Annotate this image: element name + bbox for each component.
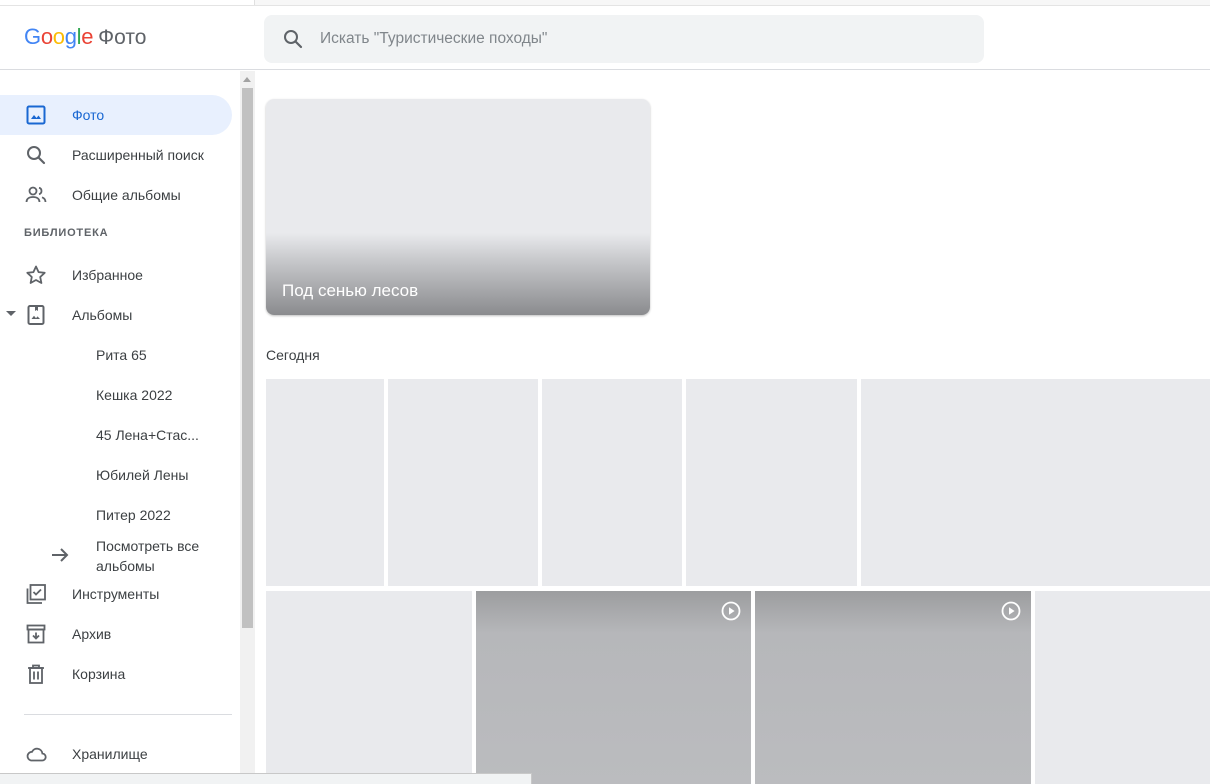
google-wordmark: Google	[24, 24, 93, 50]
sidebar-item-label: Хранилище	[72, 746, 148, 762]
sidebar-item-albums[interactable]: Альбомы	[0, 295, 232, 335]
sidebar-item-shared-albums[interactable]: Общие альбомы	[0, 175, 232, 215]
sidebar-nav: Фото Расширенный поиск Общие альбомы БИБ…	[0, 71, 240, 784]
library-section-label: БИБЛИОТЕКА	[24, 227, 109, 239]
archive-icon	[26, 624, 46, 644]
sidebar-item-label: Инструменты	[72, 586, 160, 602]
sidebar-item-label: Расширенный поиск	[72, 147, 204, 163]
cloud-icon	[26, 747, 47, 762]
google-photos-logo[interactable]: Google Фото	[24, 24, 146, 54]
search-input[interactable]: Искать "Туристические походы"	[320, 30, 547, 48]
sidebar-item-storage[interactable]: Хранилище	[0, 734, 232, 774]
date-group-label: Сегодня	[266, 347, 320, 363]
scrollbar-thumb[interactable]	[242, 88, 253, 628]
search-bar[interactable]: Искать "Туристические походы"	[264, 15, 984, 63]
album-name: Питер 2022	[96, 507, 171, 523]
search-icon[interactable]	[281, 27, 305, 51]
album-name: Юбилей Лены	[96, 467, 189, 483]
search-icon	[27, 146, 46, 165]
sidebar-album-item[interactable]: Рита 65	[0, 335, 232, 375]
logo-letter: e	[81, 24, 94, 49]
logo-letter: o	[40, 24, 53, 49]
logo-letter: G	[24, 24, 41, 49]
sidebar-album-item[interactable]: Юбилей Лены	[0, 455, 232, 495]
photo-thumbnail[interactable]	[266, 591, 472, 784]
memory-card[interactable]: Под сенью лесов	[266, 99, 650, 315]
photo-grid-main: Под сенью лесов Сегодня	[255, 71, 1210, 784]
sidebar-item-label: Избранное	[72, 267, 143, 283]
album-name: Рита 65	[96, 347, 147, 363]
play-circle-icon	[721, 601, 741, 621]
browser-tab-edge	[254, 0, 1210, 5]
sidebar-item-photos[interactable]: Фото	[0, 95, 232, 135]
browser-status-bar	[0, 773, 532, 784]
album-name: 45 Лена+Стас...	[96, 427, 199, 443]
sidebar-item-archive[interactable]: Архив	[0, 614, 232, 654]
expand-caret-icon[interactable]	[6, 311, 16, 316]
see-all-albums-link[interactable]: Посмотреть все альбомы	[0, 533, 232, 577]
video-thumbnail[interactable]	[476, 591, 751, 784]
photo-icon	[26, 105, 46, 125]
logo-letter: g	[64, 24, 77, 49]
album-icon	[27, 305, 45, 325]
photo-thumbnail[interactable]	[266, 379, 384, 586]
photo-thumbnail[interactable]	[1035, 591, 1210, 784]
sidebar-item-label: Общие альбомы	[72, 187, 181, 203]
scroll-up-arrow-icon[interactable]	[243, 77, 251, 82]
sidebar-album-item[interactable]: Питер 2022	[0, 495, 232, 535]
sidebar-item-label: Корзина	[72, 666, 126, 682]
sidebar-divider	[24, 714, 232, 715]
sidebar-scrollbar[interactable]	[240, 71, 255, 784]
shared-people-icon	[25, 186, 47, 203]
photo-thumbnail[interactable]	[388, 379, 538, 586]
memory-title: Под сенью лесов	[282, 281, 419, 300]
sidebar-item-favorites[interactable]: Избранное	[0, 255, 232, 295]
sidebar-item-label: Фото	[72, 107, 105, 123]
video-thumbnail[interactable]	[755, 591, 1031, 784]
photo-thumbnail[interactable]	[542, 379, 682, 586]
sidebar-album-item[interactable]: Кешка 2022	[0, 375, 232, 415]
play-circle-icon	[1001, 601, 1021, 621]
sidebar-item-label: Архив	[72, 626, 112, 642]
app-header: Google Фото Искать "Туристические походы…	[0, 6, 1210, 70]
sidebar-item-trash[interactable]: Корзина	[0, 654, 232, 694]
product-name: Фото	[98, 26, 147, 49]
sidebar-item-advanced-search[interactable]: Расширенный поиск	[0, 135, 232, 175]
photo-thumbnail[interactable]	[686, 379, 857, 586]
trash-icon	[28, 664, 44, 684]
sidebar-item-label: Альбомы	[72, 307, 133, 323]
photo-thumbnail[interactable]	[861, 379, 1210, 586]
album-name: Кешка 2022	[96, 387, 173, 403]
star-icon	[26, 265, 46, 284]
sidebar-album-item[interactable]: 45 Лена+Стас...	[0, 415, 232, 455]
logo-letter: o	[52, 24, 65, 49]
arrow-right-icon	[52, 548, 69, 562]
sidebar-item-utilities[interactable]: Инструменты	[0, 574, 232, 614]
utilities-checkbox-icon	[26, 584, 46, 604]
see-all-albums-label: Посмотреть все альбомы	[96, 538, 200, 574]
